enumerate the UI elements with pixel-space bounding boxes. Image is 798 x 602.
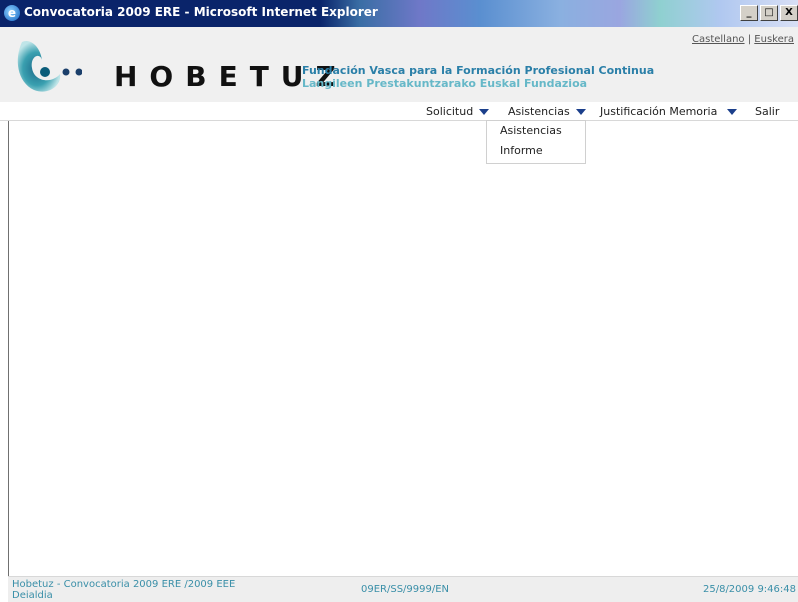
nav-asistencias-label: Asistencias <box>508 105 570 118</box>
nav-justificacion-label: Justificación Memoria <box>600 105 718 118</box>
nav-asistencias[interactable]: Asistencias <box>508 105 586 118</box>
minimize-button[interactable]: _ <box>740 5 758 21</box>
window-title-bar[interactable]: e Convocatoria 2009 ERE - Microsoft Inte… <box>0 0 798 27</box>
content-left-border <box>8 121 9 578</box>
page-footer: Hobetuz - Convocatoria 2009 ERE /2009 EE… <box>8 576 798 602</box>
content-area <box>0 121 798 576</box>
footer-line2: Deialdia <box>12 590 53 601</box>
brand-tagline: Fundación Vasca para la Formación Profes… <box>302 64 654 90</box>
chevron-down-icon <box>575 109 586 115</box>
footer-line1: Hobetuz - Convocatoria 2009 ERE /2009 EE… <box>12 579 236 590</box>
nav-solicitud-label: Solicitud <box>426 105 474 118</box>
footer-timestamp: 25/8/2009 9:46:48 <box>702 584 796 595</box>
language-switcher: Castellano | Euskera <box>692 34 794 45</box>
footer-code: 09ER/SS/9999/EN <box>361 584 450 595</box>
nav-salir[interactable]: Salir <box>755 105 779 118</box>
nav-justificacion-arrow[interactable] <box>727 105 737 118</box>
hobetuz-logo-icon <box>17 40 82 92</box>
ie-icon: e <box>4 5 20 21</box>
lang-castellano-link[interactable]: Castellano <box>692 34 745 45</box>
nav-salir-label: Salir <box>755 105 780 118</box>
tagline-line2: Langileen Prestakuntzarako Euskal Fundaz… <box>302 77 588 90</box>
maximize-button[interactable]: □ <box>760 5 778 21</box>
nav-justificacion[interactable]: Justificación Memoria <box>600 105 717 118</box>
lang-separator: | <box>747 34 752 45</box>
tagline-line1: Fundación Vasca para la Formación Profes… <box>302 64 655 77</box>
window-controls: _ □ X <box>740 5 798 21</box>
asistencias-dropdown-menu: Asistencias Informe <box>486 120 586 164</box>
chevron-down-icon <box>727 109 737 115</box>
window-title: Convocatoria 2009 ERE - Microsoft Intern… <box>24 5 378 19</box>
chevron-down-icon <box>479 109 490 115</box>
main-nav: Solicitud Asistencias Justificación Memo… <box>0 102 798 121</box>
page-header: Castellano | Euskera HOBETUZ Fundación V… <box>0 27 798 102</box>
menu-item-asistencias[interactable]: Asistencias <box>500 124 562 137</box>
lang-euskera-link[interactable]: Euskera <box>754 34 794 45</box>
close-button[interactable]: X <box>780 5 798 21</box>
menu-item-informe[interactable]: Informe <box>500 144 543 157</box>
nav-solicitud[interactable]: Solicitud <box>426 105 490 118</box>
footer-convocatoria: Hobetuz - Convocatoria 2009 ERE /2009 EE… <box>12 579 235 601</box>
